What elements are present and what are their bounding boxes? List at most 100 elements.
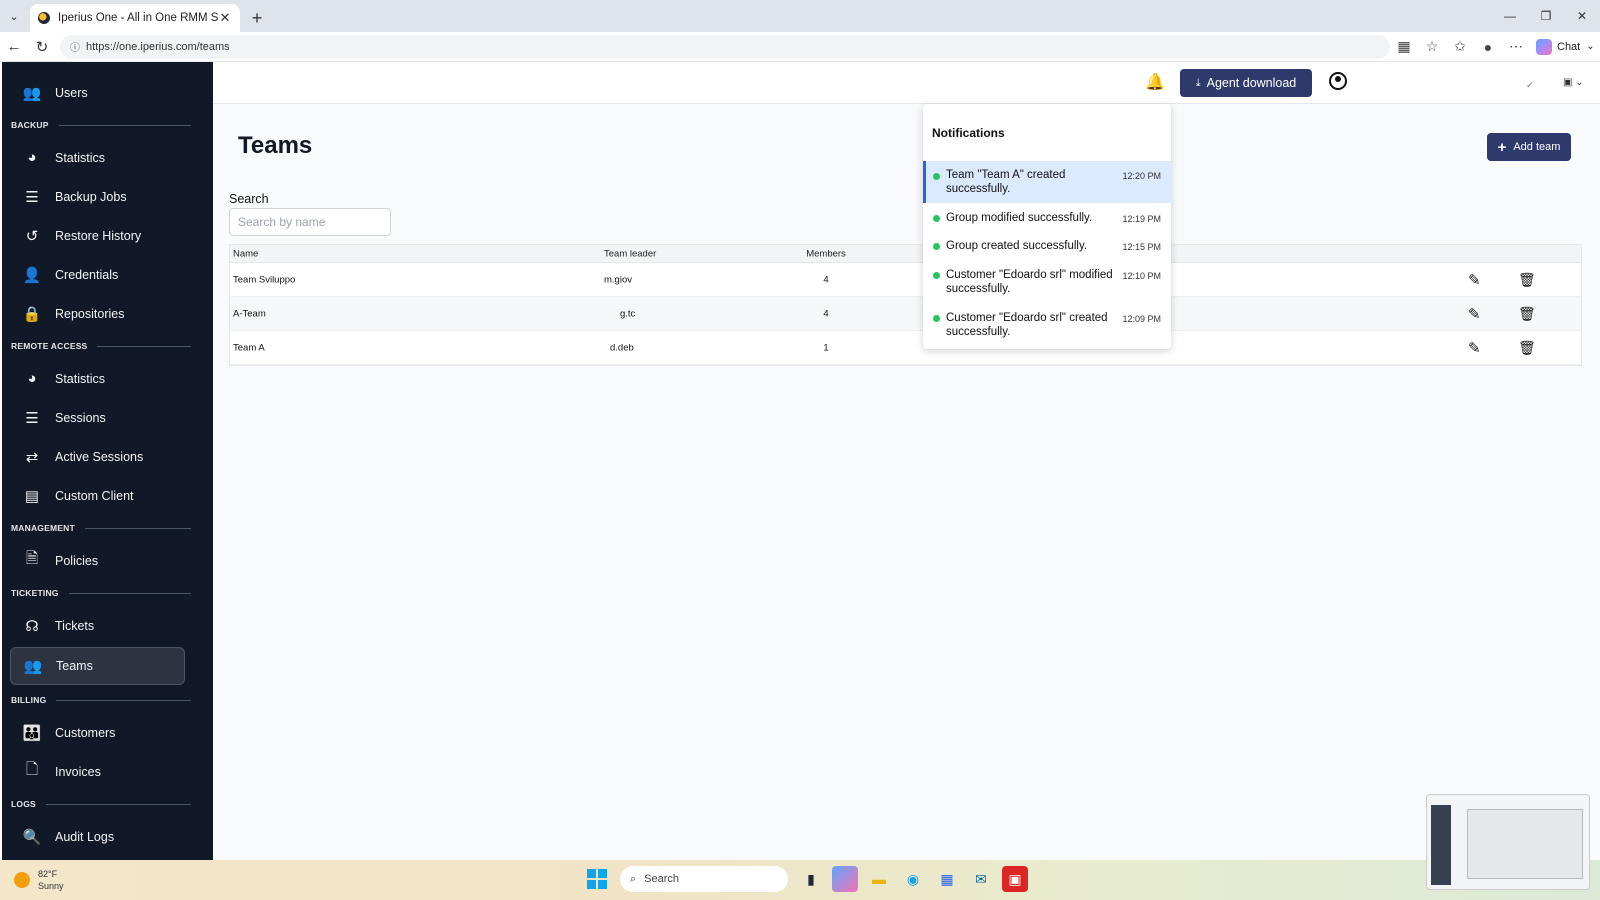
column-header-members[interactable]: Members (804, 248, 848, 259)
url-field[interactable]: ⓘ https://one.iperius.com/teams (60, 34, 1390, 59)
pie-chart-icon: ◕ (27, 370, 37, 387)
more-icon[interactable]: ⋯ (1502, 38, 1530, 55)
sidebar-item-sessions[interactable]: ☰ Sessions (2, 398, 213, 437)
weather-widget[interactable]: 82°F Sunny (14, 868, 64, 892)
notification-time: 12:09 PM (1122, 314, 1161, 324)
app-install-icon[interactable]: ▦ (1390, 38, 1418, 55)
close-window-icon[interactable]: ✕ (1564, 0, 1600, 32)
taskbar-search[interactable]: ⌕ Search (620, 866, 788, 892)
sidebar-item-policies[interactable]: 🗎 Policies (2, 541, 213, 580)
team-icon: 👥 (23, 658, 43, 675)
sidebar-item-invoices[interactable]: 🗋 Invoices (2, 752, 213, 791)
back-icon[interactable]: ← (0, 38, 28, 55)
window-preview-thumbnail[interactable] (1426, 794, 1590, 890)
notification-time: 12:20 PM (1122, 171, 1161, 181)
arrows-icon: ⇄ (25, 448, 39, 466)
sidebar-item-label: Tickets (55, 618, 95, 633)
user-account-icon[interactable] (1329, 72, 1347, 90)
browser-tab[interactable]: Iperius One - All in One RMM Suite ✕ (30, 4, 240, 32)
notification-item[interactable]: Customer "Edoardo srl" modified successf… (923, 268, 1171, 296)
edge-browser-icon[interactable]: ◉ (900, 866, 926, 892)
favorite-star-icon[interactable]: ☆ (1418, 38, 1446, 55)
agent-download-button[interactable]: ⤓ Agent download (1180, 69, 1312, 97)
add-team-button[interactable]: + Add team (1487, 133, 1571, 161)
audit-icon: 🔍 (22, 828, 42, 846)
delete-trash-icon[interactable]: 🗑 (1518, 271, 1536, 288)
search-input[interactable] (229, 208, 391, 236)
search-label: Search (229, 192, 269, 206)
notification-text: Team "Team A" created successfully. (946, 169, 1066, 195)
chat-label: Chat (1557, 40, 1581, 53)
task-view-icon[interactable]: ▮ (798, 866, 824, 892)
sidebar-item-label: Policies (55, 553, 99, 568)
teams-table: Name Team leader Members Team Sviluppo m… (229, 244, 1582, 366)
new-tab-icon[interactable]: + (244, 4, 270, 32)
sidebar-item-teams[interactable]: 👥 Teams (10, 647, 185, 685)
sidebar-item-customers[interactable]: 👪 Customers (2, 713, 213, 752)
sidebar-item-repositories[interactable]: 🔒 Repositories (2, 294, 213, 333)
column-header-team-leader[interactable]: Team leader (604, 248, 656, 259)
list-icon: ☰ (25, 409, 39, 427)
weather-condition: Sunny (38, 881, 64, 891)
sidebar-item-backup-statistics[interactable]: ◕ Statistics (2, 138, 213, 177)
store-icon[interactable]: ▦ (934, 866, 960, 892)
favorites-icon[interactable]: ✩ (1446, 38, 1474, 55)
user-lock-icon: 👤 (22, 266, 42, 284)
sidebar-item-remote-statistics[interactable]: ◕ Statistics (2, 359, 213, 398)
section-title: REMOTE ACCESS (11, 341, 88, 351)
sidebar-item-restore-history[interactable]: ↺ Restore History (2, 216, 213, 255)
users-icon: 👥 (22, 84, 42, 102)
table-row: Team A d.deb 1 ✎ 🗑 (230, 331, 1581, 365)
notification-text: Group created successfully. (946, 240, 1088, 252)
site-info-icon[interactable]: ⓘ (70, 39, 80, 54)
sidebar-section-billing: BILLING (2, 687, 213, 713)
notification-item[interactable]: Group modified successfully. 12:19 PM (923, 211, 1171, 225)
copilot-app-icon[interactable] (832, 866, 858, 892)
delete-trash-icon[interactable]: 🗑 (1518, 305, 1536, 322)
sidebar-item-backup-jobs[interactable]: ☰ Backup Jobs (2, 177, 213, 216)
notifications-title: Notifications (932, 126, 1005, 140)
copilot-chat-button[interactable]: Chat ⌄ (1536, 38, 1595, 55)
windows-start-icon[interactable] (584, 866, 610, 892)
sun-icon (14, 872, 30, 888)
pie-chart-icon: ◕ (27, 149, 37, 166)
edit-pencil-icon[interactable]: ✎ (1468, 305, 1481, 323)
notifications-bell-icon[interactable]: 🔔 (1145, 72, 1165, 92)
edit-pencil-icon[interactable]: ✎ (1468, 339, 1481, 357)
column-header-name[interactable]: Name (233, 248, 258, 259)
sidebar-item-custom-client[interactable]: ▤ Custom Client (2, 476, 213, 515)
sidebar-item-label: Credentials (55, 267, 119, 282)
restore-icon[interactable]: ❐ (1528, 0, 1564, 32)
copilot-icon (1536, 38, 1552, 55)
language-flag-icon[interactable]: ▣ ⌄ (1563, 77, 1584, 88)
sidebar-item-label: Statistics (55, 371, 106, 386)
outlook-icon[interactable]: ✉ (968, 866, 994, 892)
page-title: Teams (238, 132, 313, 159)
tab-list-chevron-icon[interactable]: ⌄ (0, 0, 28, 32)
sidebar-section-remote-access: REMOTE ACCESS (2, 333, 213, 359)
file-explorer-icon[interactable]: ▬ (866, 866, 892, 892)
minimize-icon[interactable]: — (1492, 0, 1528, 32)
browser-tab-bar: ⌄ Iperius One - All in One RMM Suite ✕ +… (0, 0, 1600, 32)
notification-item[interactable]: Customer "Edoardo srl" created successfu… (923, 311, 1171, 339)
sidebar-item-active-sessions[interactable]: ⇄ Active Sessions (2, 437, 213, 476)
sidebar-item-users[interactable]: 👥 Users (2, 73, 213, 112)
sidebar-item-label: Repositories (55, 306, 125, 321)
reload-icon[interactable]: ↻ (28, 38, 56, 56)
notification-item[interactable]: Team "Team A" created successfully. 12:2… (923, 161, 1171, 203)
sidebar: 👥 Users BACKUP ◕ Statistics ☰ Backup Jobs … (2, 62, 213, 860)
download-icon: ⤓ (1195, 76, 1201, 89)
app-red-icon[interactable]: ▣ (1002, 866, 1028, 892)
section-title: LOGS (11, 799, 36, 809)
close-tab-icon[interactable]: ✕ (218, 10, 232, 26)
edit-pencil-icon[interactable]: ✎ (1468, 271, 1481, 289)
sidebar-item-label: Backup Jobs (55, 189, 127, 204)
sidebar-item-credentials[interactable]: 👤 Credentials (2, 255, 213, 294)
delete-trash-icon[interactable]: 🗑 (1518, 339, 1536, 356)
profile-icon[interactable]: ● (1474, 39, 1502, 55)
address-bar: ← ↻ ⓘ https://one.iperius.com/teams ▦ ☆ … (0, 32, 1600, 62)
sidebar-item-tickets[interactable]: ☊ Tickets (2, 606, 213, 645)
sidebar-item-label: Sessions (55, 410, 106, 425)
notification-item[interactable]: Group created successfully. 12:15 PM (923, 239, 1171, 253)
sidebar-item-audit-logs[interactable]: 🔍 Audit Logs (2, 817, 213, 856)
